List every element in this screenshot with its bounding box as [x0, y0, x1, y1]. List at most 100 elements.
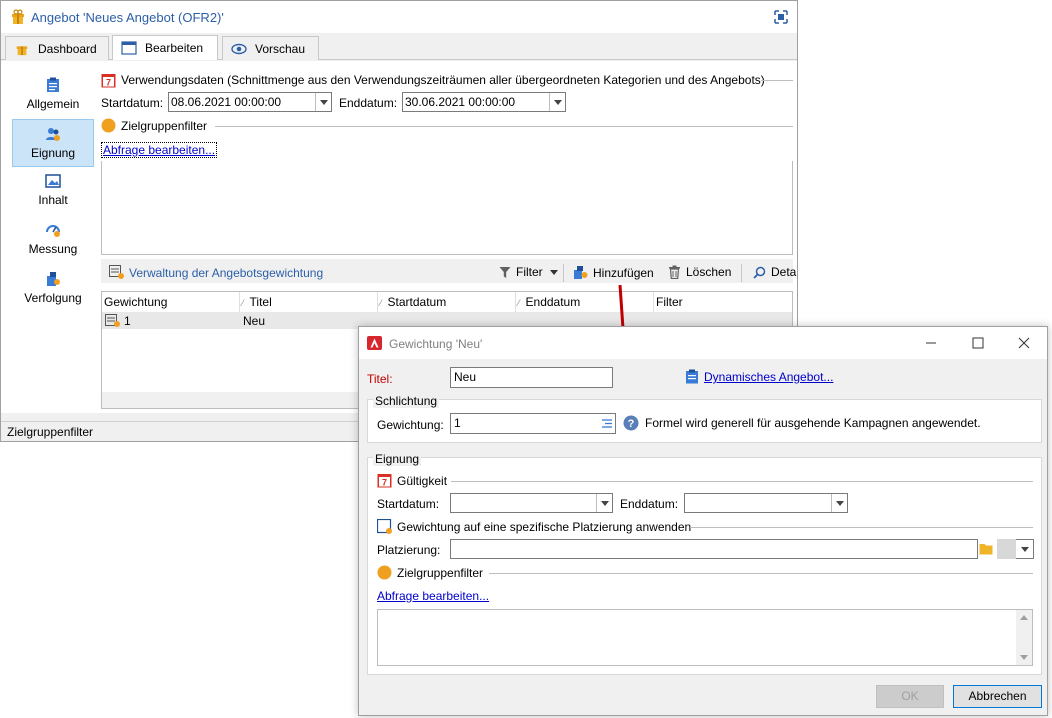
placement-check-label[interactable]: Gewichtung auf eine spezifische Platzier… — [397, 520, 691, 534]
sidebar-item-tracking[interactable]: Verfolgung — [12, 265, 94, 313]
start-date-label: Startdatum: — [101, 96, 164, 110]
start-date-combo[interactable]: 08.06.2021 00:00:00 — [168, 92, 332, 112]
query-scrollbar[interactable] — [1016, 610, 1032, 665]
sidebar-item-label: Allgemein — [26, 97, 80, 111]
sidebar-item-eligibility[interactable]: Eignung — [12, 119, 94, 167]
section-divider — [690, 527, 1033, 528]
sidebar-item-label: Messung — [28, 242, 78, 256]
usage-dates-title: Verwendungsdaten (Schnittmenge aus den V… — [121, 73, 765, 87]
sidebar-item-label: Inhalt — [38, 193, 68, 207]
chevron-down-icon[interactable] — [1017, 540, 1033, 558]
tab-edit[interactable]: Bearbeiten — [112, 35, 218, 60]
dynamic-offer-link[interactable]: Dynamisches Angebot... — [704, 370, 833, 384]
tab-label: Bearbeiten — [145, 41, 204, 55]
cancel-button[interactable]: Abbrechen — [953, 685, 1042, 708]
query-preview-box — [101, 161, 793, 255]
filter-label: Filter — [516, 265, 543, 279]
placement-dropdown[interactable] — [1016, 539, 1034, 559]
clipboard-icon — [47, 77, 59, 92]
eye-icon — [231, 43, 247, 54]
weighting-dialog: Gewichtung 'Neu' Titel: Neu Dynamisches … — [358, 326, 1048, 716]
end-date-combo[interactable] — [684, 493, 848, 513]
chevron-up-icon[interactable] — [1020, 615, 1028, 620]
weight-value: 1 — [454, 416, 461, 430]
formula-note: Formel wird generell für ausgehende Kamp… — [645, 416, 981, 430]
sidebar-item-general[interactable]: Allgemein — [12, 71, 94, 119]
svg-text:7: 7 — [106, 78, 111, 88]
chevron-down-icon[interactable] — [549, 269, 558, 275]
filter-button[interactable]: Filter — [499, 265, 558, 279]
tab-preview[interactable]: Vorschau — [222, 36, 319, 60]
edit-query-link[interactable]: Abfrage bearbeiten... — [101, 142, 218, 158]
query-preview-box — [377, 609, 1033, 666]
chevron-down-icon[interactable] — [315, 93, 331, 111]
column-header-end-date[interactable]: ⁄ Enddatum — [516, 292, 654, 312]
validity-title: Gültigkeit — [397, 474, 448, 488]
close-icon[interactable] — [1016, 335, 1032, 351]
minimize-icon[interactable] — [923, 335, 939, 351]
clipboard-icon — [686, 369, 698, 384]
end-date-label: Enddatum: — [339, 96, 398, 110]
end-date-combo[interactable]: 30.06.2021 00:00:00 — [402, 92, 566, 112]
details-button[interactable]: Deta — [753, 265, 796, 279]
sidebar-item-content[interactable]: Inhalt — [12, 167, 94, 215]
tab-bar: Dashboard Bearbeiten Vorschau — [1, 34, 797, 60]
target-filter-title: Zielgruppenfilter — [397, 566, 484, 580]
sidebar-item-measurement[interactable]: Messung — [12, 216, 94, 264]
column-header-label: Titel — [249, 295, 272, 309]
weight-label: Gewichtung: — [377, 418, 444, 432]
maximize-icon[interactable] — [773, 9, 789, 25]
placement-checkbox-icon[interactable] — [377, 519, 393, 535]
target-circle-icon — [377, 565, 392, 580]
row-weight: 1 — [124, 314, 131, 328]
list-weight-icon — [109, 265, 124, 279]
tab-label: Vorschau — [255, 41, 306, 56]
column-header-weight[interactable]: Gewichtung — [102, 292, 240, 312]
users-icon — [46, 128, 60, 141]
toolbar-divider — [563, 264, 564, 282]
help-icon[interactable]: ? — [623, 415, 639, 431]
folder-icon[interactable] — [979, 542, 993, 555]
column-header-label: Filter — [656, 295, 683, 309]
start-date-value: 08.06.2021 00:00:00 — [171, 95, 282, 109]
chevron-down-icon[interactable] — [596, 494, 612, 512]
gift-icon — [12, 9, 24, 24]
end-date-label: Enddatum: — [620, 497, 679, 511]
window-icon — [121, 41, 137, 55]
edit-query-link[interactable]: Abfrage bearbeiten... — [377, 589, 489, 603]
section-divider — [761, 80, 793, 81]
section-divider — [489, 573, 1033, 574]
tab-dashboard[interactable]: Dashboard — [5, 36, 109, 60]
list-weight-icon — [105, 314, 120, 327]
chevron-down-icon[interactable] — [549, 93, 565, 111]
start-date-combo[interactable] — [450, 493, 613, 513]
target-circle-icon — [101, 118, 116, 133]
title-label: Titel: — [367, 372, 393, 386]
weight-input[interactable]: 1 — [450, 413, 616, 434]
column-header-filter[interactable]: Filter — [654, 292, 792, 312]
svg-text:7: 7 — [382, 478, 387, 488]
column-header-start-date[interactable]: ⁄ Startdatum — [378, 292, 516, 312]
gauge-icon — [46, 225, 60, 237]
weighting-management-title: Verwaltung der Angebotsgewichtung — [129, 266, 324, 280]
search-icon — [753, 266, 766, 279]
placement-input[interactable] — [450, 539, 978, 559]
calendar-icon: 7 — [377, 474, 392, 488]
section-divider — [215, 126, 793, 127]
delete-button[interactable]: Löschen — [668, 265, 731, 279]
placement-clear-button[interactable] — [997, 539, 1017, 559]
column-header-title[interactable]: ⁄ Titel — [240, 292, 378, 312]
chevron-down-icon[interactable] — [831, 494, 847, 512]
filter-icon — [499, 266, 511, 278]
ok-button[interactable]: OK — [876, 685, 944, 708]
arbitration-group-title: Schlichtung — [373, 394, 440, 408]
title-input[interactable]: Neu — [450, 367, 613, 388]
add-button[interactable]: Hinzufügen — [573, 265, 654, 280]
formula-editor-icon[interactable] — [601, 418, 613, 429]
toolbar-divider — [741, 264, 742, 282]
add-label: Hinzufügen — [593, 265, 654, 280]
column-header-label: Startdatum — [387, 295, 447, 309]
chevron-down-icon[interactable] — [1020, 655, 1028, 660]
trash-icon — [669, 265, 680, 279]
maximize-icon[interactable] — [970, 335, 986, 351]
